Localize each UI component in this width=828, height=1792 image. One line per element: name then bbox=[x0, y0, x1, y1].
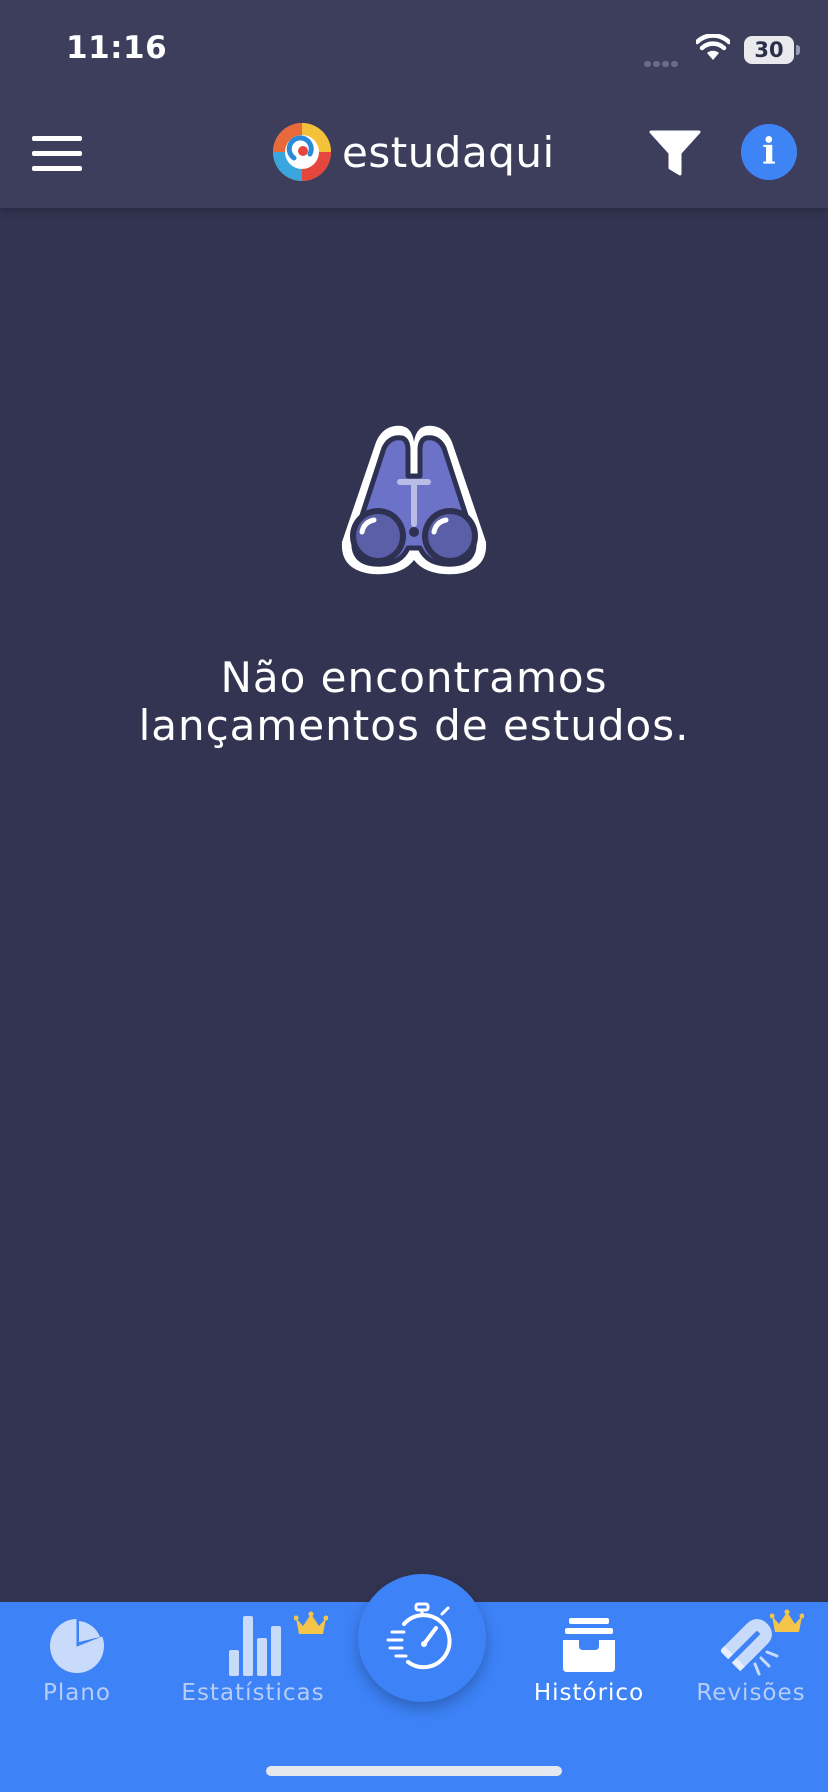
status-time: 11:16 bbox=[66, 30, 168, 66]
estudaqui-logo-icon bbox=[273, 123, 331, 181]
empty-state-line-2: lançamentos de estudos. bbox=[138, 701, 690, 750]
binoculars-icon bbox=[341, 425, 487, 575]
menu-line bbox=[32, 151, 82, 156]
menu-line bbox=[32, 166, 82, 171]
menu-line bbox=[32, 136, 82, 141]
empty-state-message: Não encontramos lançamentos de estudos. bbox=[0, 654, 828, 750]
pie-chart-icon bbox=[50, 1618, 104, 1673]
battery-indicator: 30 bbox=[744, 36, 800, 64]
info-button[interactable]: i bbox=[741, 124, 797, 180]
tab-label: Histórico bbox=[533, 1680, 645, 1706]
bar-chart-icon bbox=[229, 1616, 281, 1676]
tab-plano[interactable]: Plano bbox=[32, 1616, 122, 1706]
inbox-tray-icon bbox=[563, 1618, 615, 1672]
stopwatch-icon bbox=[386, 1602, 452, 1670]
empty-state-line-1: Não encontramos bbox=[220, 653, 608, 702]
empty-state: Não encontramos lançamentos de estudos. bbox=[0, 420, 828, 750]
home-indicator bbox=[266, 1766, 562, 1776]
hamburger-menu-button[interactable] bbox=[32, 136, 82, 172]
tab-label: Revisões bbox=[696, 1680, 806, 1706]
premium-crown-icon bbox=[294, 1611, 328, 1634]
wifi-icon bbox=[696, 34, 730, 60]
tab-label: Estatísticas bbox=[181, 1680, 325, 1706]
app-header: estudaqui i bbox=[0, 100, 828, 208]
timer-fab-button[interactable] bbox=[358, 1574, 486, 1702]
app-title: estudaqui bbox=[342, 128, 555, 177]
cellular-signal-icon bbox=[644, 52, 684, 67]
tab-historico[interactable]: Histórico bbox=[528, 1616, 650, 1706]
status-bar: 11:16 30 bbox=[0, 0, 828, 100]
filter-icon[interactable] bbox=[648, 128, 702, 180]
premium-crown-icon bbox=[770, 1609, 804, 1632]
tab-label: Plano bbox=[42, 1680, 111, 1706]
